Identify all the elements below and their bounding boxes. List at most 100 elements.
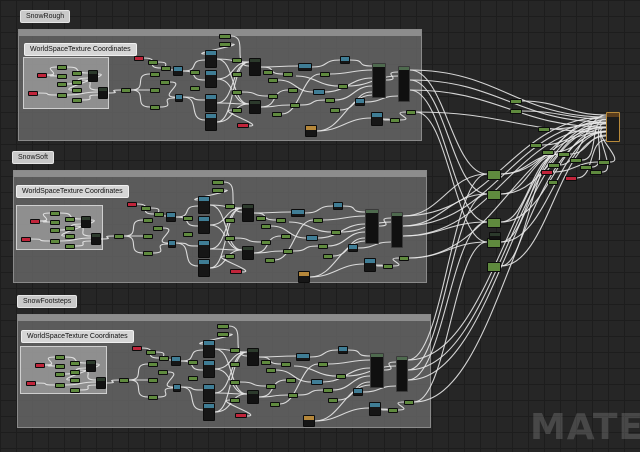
scalar-node-3[interactable] xyxy=(318,362,328,367)
scalar-node-3[interactable] xyxy=(323,388,333,393)
scalar-node-2[interactable] xyxy=(331,230,341,235)
scalar-node-3[interactable] xyxy=(70,388,80,393)
param-node-1[interactable] xyxy=(28,91,38,96)
texture-node-3[interactable] xyxy=(369,402,381,416)
scalar-node-output[interactable] xyxy=(598,160,610,165)
texture-sample-node-1[interactable] xyxy=(205,50,217,68)
scalar-node-2[interactable] xyxy=(114,234,124,239)
texture-node-1[interactable] xyxy=(313,89,325,95)
scalar-node-1[interactable] xyxy=(150,72,160,77)
param-node-1[interactable] xyxy=(237,123,249,128)
scalar-node-output[interactable] xyxy=(542,150,554,155)
scalar-node-2[interactable] xyxy=(225,218,235,223)
scalar-node-2[interactable] xyxy=(313,218,323,223)
param-node-2[interactable] xyxy=(230,269,242,274)
blend-node-2[interactable] xyxy=(391,212,403,248)
scalar-node-3[interactable] xyxy=(336,374,346,379)
scalar-node-3[interactable] xyxy=(286,378,296,383)
math-node-1[interactable] xyxy=(98,87,108,99)
lerp-node-merge[interactable] xyxy=(487,218,501,228)
blend-node-2[interactable] xyxy=(365,209,379,244)
texture-sample-node-2[interactable] xyxy=(198,216,210,234)
math-node-3[interactable] xyxy=(86,360,96,372)
blend-node-1[interactable] xyxy=(398,66,410,102)
param-node-output[interactable] xyxy=(541,170,553,175)
lerp-node-3[interactable] xyxy=(247,390,259,404)
scalar-node-2[interactable] xyxy=(281,234,291,239)
scalar-node-1[interactable] xyxy=(161,66,171,71)
scalar-node-1[interactable] xyxy=(57,65,67,70)
lerp-node-1[interactable] xyxy=(249,58,261,76)
texture-sample-node-3[interactable] xyxy=(203,340,215,358)
lerp-node-3[interactable] xyxy=(247,348,259,366)
scalar-node-2[interactable] xyxy=(283,249,293,254)
scalar-node-2[interactable] xyxy=(212,180,224,185)
scalar-node-2[interactable] xyxy=(141,206,151,211)
param-node-3[interactable] xyxy=(35,363,45,368)
scalar-node-1[interactable] xyxy=(232,108,242,113)
scalar-node-1[interactable] xyxy=(57,74,67,79)
scalar-node-1[interactable] xyxy=(72,80,82,85)
scalar-node-3[interactable] xyxy=(119,378,129,383)
lerp-node-merge[interactable] xyxy=(489,232,501,240)
scalar-node-3[interactable] xyxy=(148,362,158,367)
scalar-node-2[interactable] xyxy=(256,216,266,221)
material-graph-canvas[interactable]: SnowRough WorldSpaceTexture Coordinates … xyxy=(0,0,640,452)
scalar-node-1[interactable] xyxy=(72,88,82,93)
scalar-node-1[interactable] xyxy=(72,71,82,76)
texture-sample-node-1[interactable] xyxy=(205,113,217,131)
param-node-output[interactable] xyxy=(565,176,577,181)
scalar-node-1[interactable] xyxy=(190,70,200,75)
texture-node-3[interactable] xyxy=(171,356,181,366)
math-node-2[interactable] xyxy=(91,233,101,245)
scalar-node-3[interactable] xyxy=(55,372,65,377)
scalar-node-3[interactable] xyxy=(270,402,280,407)
scalar-node-2[interactable] xyxy=(50,220,60,225)
texture-node-2[interactable] xyxy=(168,240,176,248)
scalar-node-2[interactable] xyxy=(383,264,393,269)
scalar-node-1[interactable] xyxy=(283,72,293,77)
texture-sample-node-1[interactable] xyxy=(205,94,217,112)
lerp-node-2[interactable] xyxy=(242,246,254,260)
scalar-node-3[interactable] xyxy=(230,362,240,367)
scalar-node-2[interactable] xyxy=(143,218,153,223)
scalar-node-3[interactable] xyxy=(328,398,338,403)
scalar-node-1[interactable] xyxy=(406,110,416,115)
scalar-node-output[interactable] xyxy=(538,127,550,132)
scalar-node-3[interactable] xyxy=(288,393,298,398)
texture-node-3[interactable] xyxy=(296,353,310,361)
blend-node-1[interactable] xyxy=(372,63,386,98)
lerp-node-merge[interactable] xyxy=(487,262,501,272)
scalar-node-1[interactable] xyxy=(325,98,335,103)
texture-node-2[interactable] xyxy=(348,244,358,252)
constant-node-2[interactable] xyxy=(298,271,310,283)
scalar-node-1[interactable] xyxy=(219,42,231,47)
scalar-node-3[interactable] xyxy=(217,332,229,337)
scalar-node-1[interactable] xyxy=(232,72,242,77)
param-node-3[interactable] xyxy=(132,346,142,351)
scalar-node-1[interactable] xyxy=(57,82,67,87)
scalar-node-3[interactable] xyxy=(230,348,240,353)
scalar-node-2[interactable] xyxy=(65,217,75,222)
texture-node-1[interactable] xyxy=(355,98,365,106)
scalar-node-3[interactable] xyxy=(158,370,168,375)
scalar-node-1[interactable] xyxy=(150,88,160,93)
scalar-node-2[interactable] xyxy=(143,251,153,256)
scalar-node-3[interactable] xyxy=(388,408,398,413)
scalar-node-1[interactable] xyxy=(263,70,273,75)
texture-sample-node-2[interactable] xyxy=(198,196,210,214)
texture-sample-node-2[interactable] xyxy=(198,259,210,277)
scalar-node-2[interactable] xyxy=(153,226,163,231)
scalar-node-2[interactable] xyxy=(212,188,224,193)
param-node-3[interactable] xyxy=(26,381,36,386)
scalar-node-output[interactable] xyxy=(510,109,522,114)
scalar-node-3[interactable] xyxy=(55,355,65,360)
scalar-node-3[interactable] xyxy=(266,384,276,389)
scalar-node-2[interactable] xyxy=(225,236,235,241)
texture-node-2[interactable] xyxy=(306,235,318,241)
param-node-2[interactable] xyxy=(30,219,40,224)
texture-node-2[interactable] xyxy=(291,209,305,217)
scalar-node-3[interactable] xyxy=(230,398,240,403)
scalar-node-output[interactable] xyxy=(570,158,582,163)
scalar-node-output[interactable] xyxy=(548,180,558,185)
